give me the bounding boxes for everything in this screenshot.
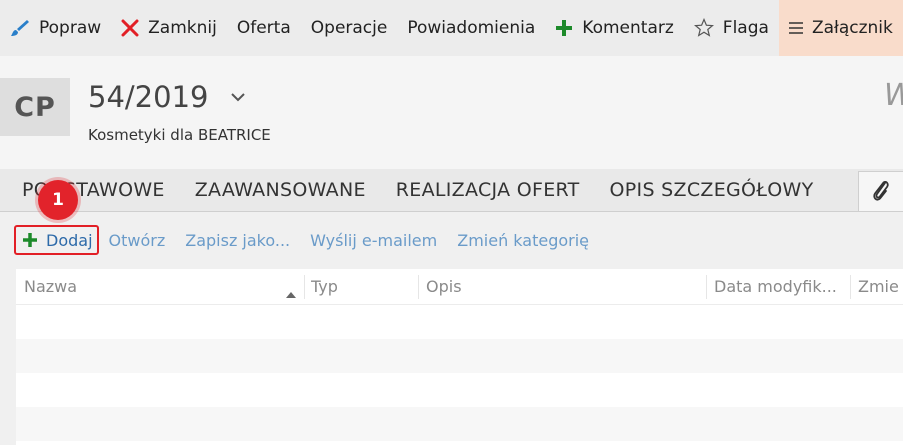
toolbar-zamknij-button[interactable]: Zamknij — [111, 0, 227, 56]
toolbar-komentarz-label: Komentarz — [582, 18, 674, 38]
brush-icon — [10, 18, 30, 38]
record-header: CP 54/2019 Kosmetyki dla BEATRICE W — [0, 56, 903, 169]
column-description-label: Opis — [426, 277, 462, 296]
tab-zaawansowane[interactable]: ZAAWANSOWANE — [180, 179, 381, 201]
toolbar-oferta-label: Oferta — [236, 18, 291, 38]
command-toolbar: Popraw Zamknij Oferta Operacje Powiadomi… — [0, 0, 903, 56]
toolbar-flaga-button[interactable]: Flaga — [684, 0, 779, 56]
attachments-grid: Nazwa Typ Opis Data modyfik... Zmie — [16, 269, 903, 445]
save-as-button[interactable]: Zapisz jako... — [175, 231, 300, 250]
column-separator[interactable] — [418, 275, 419, 299]
column-changed-label: Zmie — [858, 277, 899, 296]
column-separator[interactable] — [850, 275, 851, 299]
column-name-label: Nazwa — [24, 277, 78, 296]
table-row — [16, 339, 903, 373]
tab-opis-szczegolowy[interactable]: OPIS SZCZEGÓŁOWY — [595, 179, 829, 201]
open-button[interactable]: Otwórz — [99, 231, 176, 250]
column-header-changed[interactable]: Zmie — [858, 269, 903, 304]
toolbar-popraw-label: Popraw — [39, 18, 102, 38]
toolbar-operacje-label: Operacje — [310, 18, 388, 38]
column-header-name[interactable]: Nazwa — [24, 269, 284, 304]
chevron-down-icon[interactable] — [230, 92, 246, 102]
grid-header: Nazwa Typ Opis Data modyfik... Zmie — [16, 269, 903, 305]
table-row — [16, 407, 903, 441]
toolbar-flaga-label: Flaga — [722, 18, 769, 38]
toolbar-komentarz-button[interactable]: Komentarz — [545, 0, 684, 56]
record-subtitle: Kosmetyki dla BEATRICE — [88, 126, 271, 144]
plus-icon — [555, 19, 573, 37]
column-header-description[interactable]: Opis — [426, 269, 706, 304]
toolbar-popraw-button[interactable]: Popraw — [0, 0, 111, 56]
column-modified-label: Data modyfik... — [714, 277, 837, 296]
column-header-type[interactable]: Typ — [311, 269, 411, 304]
toolbar-operacje-button[interactable]: Operacje — [301, 0, 398, 56]
toolbar-zalacznik-button[interactable]: Załącznik — [778, 0, 903, 56]
send-email-button[interactable]: Wyślij e-mailem — [300, 231, 447, 250]
paperclip-icon — [871, 177, 891, 207]
column-separator[interactable] — [706, 275, 707, 299]
column-separator[interactable] — [304, 275, 305, 299]
change-category-button[interactable]: Zmień kategorię — [447, 231, 599, 250]
star-outline-icon — [693, 18, 714, 38]
record-title[interactable]: 54/2019 — [88, 80, 246, 114]
toolbar-oferta-button[interactable]: Oferta — [227, 0, 301, 56]
avatar: CP — [0, 78, 70, 136]
toolbar-zalacznik-label: Załącznik — [811, 18, 893, 38]
plus-icon — [22, 232, 38, 248]
tab-realizacja-ofert[interactable]: REALIZACJA OFERT — [381, 179, 595, 201]
toolbar-powiadomienia-label: Powiadomienia — [407, 18, 536, 38]
tab-bar: PODSTAWOWE ZAAWANSOWANE REALIZACJA OFERT… — [0, 169, 903, 212]
toolbar-zamknij-label: Zamknij — [148, 18, 217, 38]
add-button[interactable]: Dodaj — [14, 225, 99, 255]
column-header-modified[interactable]: Data modyfik... — [714, 269, 844, 304]
action-bar: Dodaj Otwórz Zapisz jako... Wyślij e-mai… — [0, 212, 903, 268]
header-right-text: W — [884, 78, 903, 113]
toolbar-powiadomienia-button[interactable]: Powiadomienia — [397, 0, 545, 56]
column-type-label: Typ — [311, 277, 338, 296]
step-badge: 1 — [38, 180, 78, 220]
table-row — [16, 305, 903, 339]
tab-attachments[interactable] — [858, 171, 903, 211]
tab-podstawowe[interactable]: PODSTAWOWE — [0, 179, 180, 201]
add-button-label: Dodaj — [46, 230, 93, 250]
menu-icon — [788, 22, 803, 34]
close-icon — [121, 19, 139, 37]
record-number: 54/2019 — [88, 80, 209, 114]
sort-up-icon — [286, 283, 296, 302]
table-row — [16, 373, 903, 407]
